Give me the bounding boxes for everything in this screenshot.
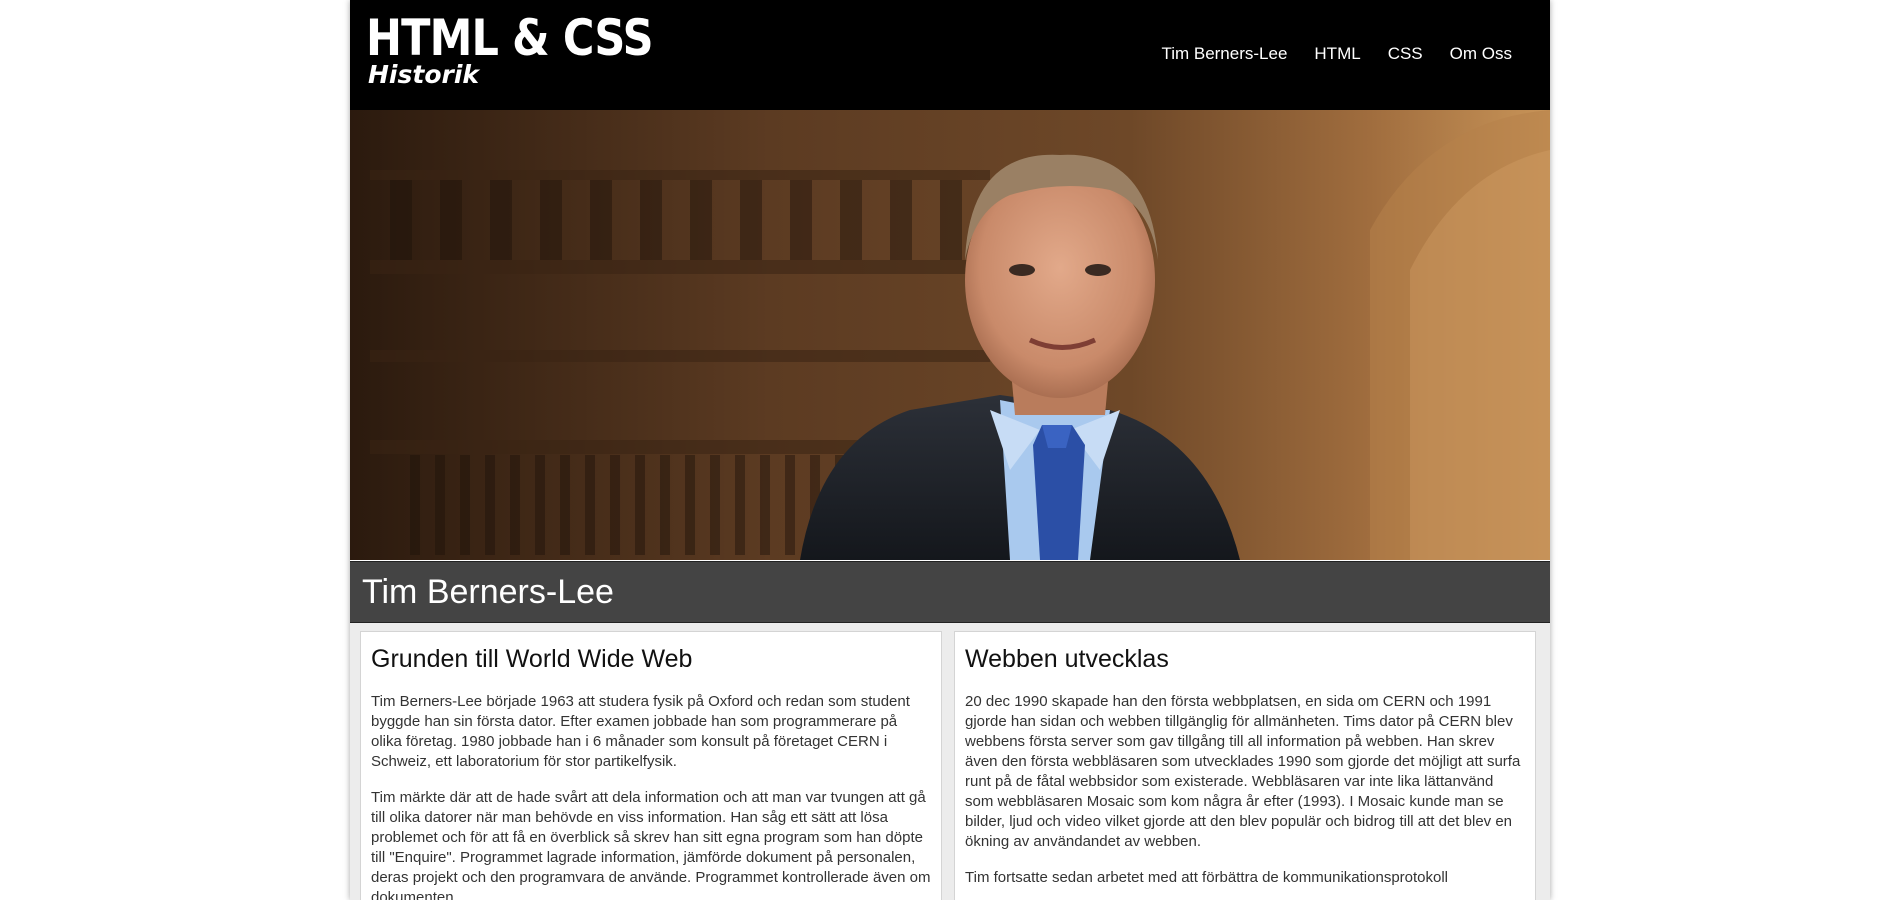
content-area: Grunden till World Wide Web Tim Berners-… [350,623,1550,900]
site-header: HTML & CSS Historik Tim Berners-Lee HTML… [350,0,1550,110]
nav-link-om-oss[interactable]: Om Oss [1450,42,1512,66]
main-navigation: Tim Berners-Lee HTML CSS Om Oss [1134,42,1512,66]
card-heading: Grunden till World Wide Web [371,645,693,673]
site-logo[interactable]: HTML & CSS Historik [366,6,654,96]
portrait-photo-icon [350,110,1550,560]
page-container: HTML & CSS Historik Tim Berners-Lee HTML… [350,0,1550,900]
card-grunden: Grunden till World Wide Web Tim Berners-… [360,631,942,900]
nav-link-tim-berners-lee[interactable]: Tim Berners-Lee [1161,42,1287,66]
section-title: Tim Berners-Lee [362,573,614,611]
card-heading: Webben utvecklas [965,645,1169,673]
card-webben: Webben utvecklas 20 dec 1990 skapade han… [954,631,1536,900]
card-paragraph: Tim märkte där att de hade svårt att del… [371,789,931,900]
nav-link-html[interactable]: HTML [1314,42,1360,66]
nav-link-css[interactable]: CSS [1388,42,1423,66]
section-title-bar: Tim Berners-Lee [350,561,1550,623]
logo-title: HTML & CSS [366,9,654,67]
card-paragraph: 20 dec 1990 skapade han den första webbp… [965,693,1521,850]
card-paragraph: Tim fortsatte sedan arbetet med att förb… [965,869,1449,886]
logo-subtitle: Historik [368,60,480,89]
card-paragraph: Tim Berners-Lee började 1963 att studera… [371,693,910,770]
hero-portrait-image [350,110,1550,560]
